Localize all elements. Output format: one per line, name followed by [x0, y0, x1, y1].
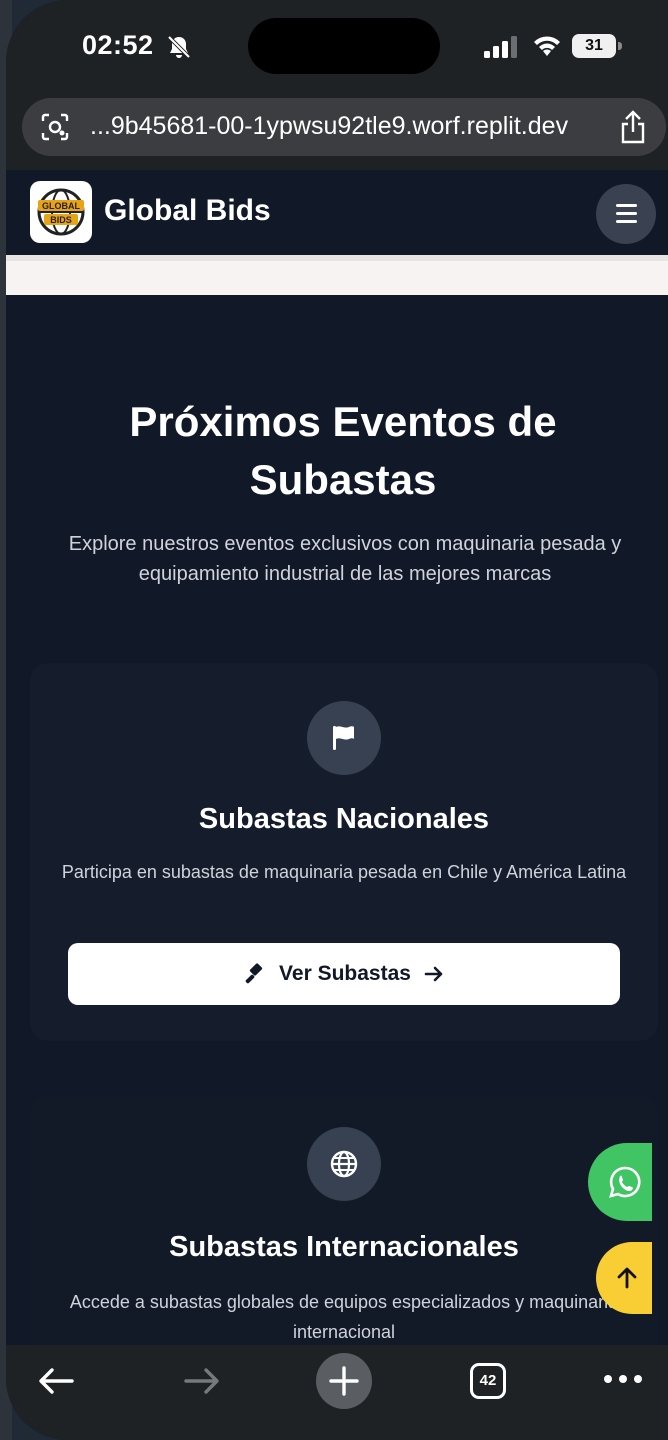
share-icon[interactable] — [618, 110, 648, 144]
arrow-right-icon — [424, 966, 443, 982]
address-bar[interactable]: ...9b45681-00-1ypwsu92tle9.worf.replit.d… — [22, 98, 666, 156]
globe-icon — [307, 1127, 381, 1201]
browser-toolbar: 42 — [6, 1345, 668, 1440]
logo[interactable]: GLOBAL BIDS — [30, 181, 92, 243]
back-arrow-icon[interactable] — [36, 1363, 76, 1399]
plus-icon — [329, 1366, 359, 1396]
globe-logo-icon: GLOBAL BIDS — [37, 188, 85, 236]
forward-arrow-icon[interactable] — [182, 1363, 222, 1399]
card-description: Participa en subastas de maquinaria pesa… — [61, 862, 627, 882]
logo-text-top: GLOBAL — [42, 201, 80, 211]
site-navbar: GLOBAL BIDS Global Bids — [6, 170, 668, 255]
new-tab-button[interactable] — [316, 1353, 372, 1409]
gavel-icon — [245, 963, 263, 984]
more-options-icon[interactable] — [604, 1375, 644, 1385]
phone-screen: 02:52 31 ...9b45681-00-1ypwsu92tle9.worf… — [6, 0, 668, 1440]
arrow-up-icon — [617, 1267, 637, 1289]
view-auctions-button[interactable]: Ver Subastas — [68, 943, 620, 1005]
hero-bottom-edge — [6, 255, 668, 295]
page-scan-icon[interactable] — [40, 112, 70, 142]
flag-icon — [307, 701, 381, 775]
section-title: Próximos Eventos de Subastas — [129, 398, 557, 503]
card-title: Subastas Nacionales — [198, 803, 490, 835]
card-title: Subastas Internacionales — [169, 1231, 519, 1263]
url-text[interactable]: ...9b45681-00-1ypwsu92tle9.worf.replit.d… — [90, 112, 568, 141]
section-subtitle: Explore nuestros eventos exclusivos con … — [68, 533, 622, 585]
tab-count-button[interactable]: 42 — [470, 1363, 506, 1399]
status-bar: 02:52 31 — [6, 0, 668, 88]
status-time: 02:52 — [82, 30, 154, 60]
whatsapp-icon — [609, 1166, 641, 1198]
national-auctions-card: Subastas Nacionales Participa en subasta… — [30, 663, 658, 1041]
signal-icon — [484, 36, 517, 58]
brand-name[interactable]: Global Bids — [104, 194, 271, 228]
card-description: Accede a subastas globales de equipos es… — [69, 1292, 619, 1342]
hamburger-menu-button[interactable] — [596, 184, 656, 244]
bell-muted-icon — [167, 35, 191, 59]
wifi-icon — [534, 36, 560, 56]
browser-url-area: ...9b45681-00-1ypwsu92tle9.worf.replit.d… — [6, 88, 668, 170]
battery-level: 31 — [585, 37, 603, 54]
events-section: Próximos Eventos de Subastas Explore nue… — [6, 295, 668, 1395]
view-auctions-label: Ver Subastas — [279, 962, 411, 985]
battery-indicator: 31 — [572, 34, 622, 58]
logo-text-bottom: BIDS — [50, 215, 72, 225]
dynamic-island — [248, 18, 440, 74]
